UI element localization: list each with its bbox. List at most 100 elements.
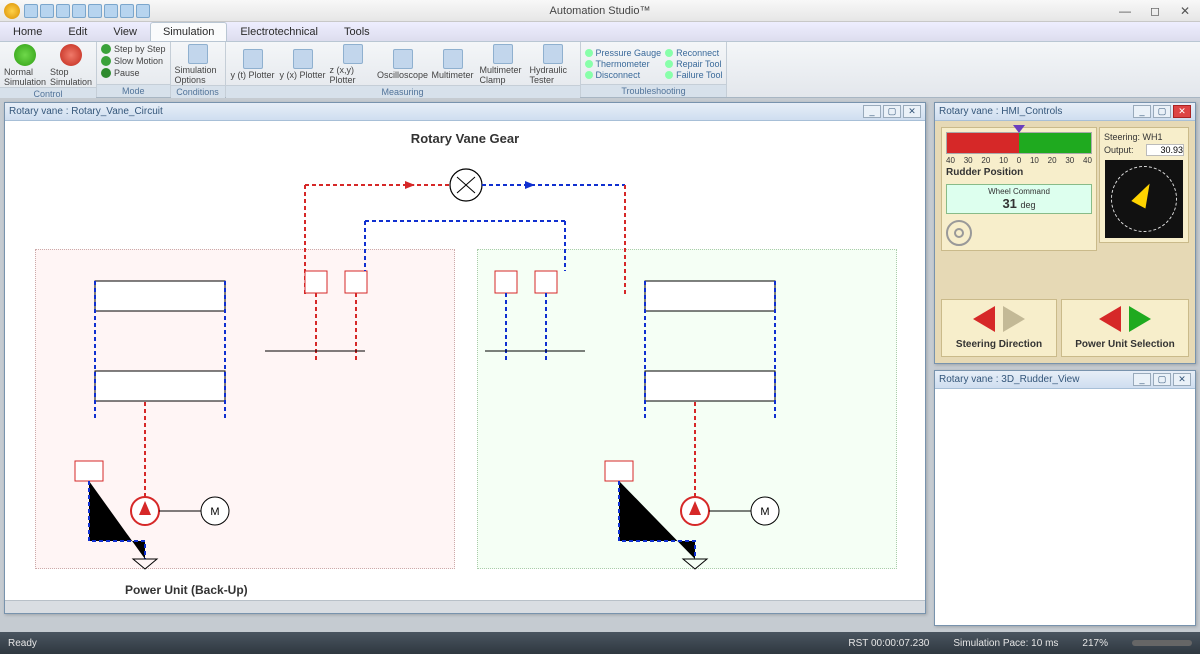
thermometer-icon [585, 60, 593, 68]
steer-right-button[interactable] [1003, 306, 1025, 332]
window-title: Rotary vane : Rotary_Vane_Circuit [9, 106, 163, 117]
close-icon[interactable]: ✕ [1170, 4, 1200, 18]
zxy-plotter-button[interactable]: z (x,y) Plotter [330, 44, 376, 85]
power-unit-selection-panel: Power Unit Selection [1061, 299, 1189, 357]
group-label-conditions: Conditions [171, 85, 225, 98]
thermometer-button[interactable]: Thermometer [585, 59, 662, 69]
meter-icon [443, 49, 463, 69]
rudder-marker-icon [1013, 125, 1025, 133]
ribbon: Normal Simulation Stop Simulation Contro… [0, 42, 1200, 98]
status-ready: Ready [8, 638, 37, 649]
scope-icon [393, 49, 413, 69]
yx-plotter-button[interactable]: y (x) Plotter [280, 49, 326, 80]
failure-tool-button[interactable]: Failure Tool [665, 70, 722, 80]
tab-electrotechnical[interactable]: Electrotechnical [227, 22, 331, 41]
disconnect-button[interactable]: Disconnect [585, 70, 662, 80]
app-title: Automation Studio™ [550, 5, 651, 17]
tab-edit[interactable]: Edit [55, 22, 100, 41]
output-label: Output: [1104, 145, 1134, 155]
flask-icon [188, 44, 208, 64]
close-icon[interactable]: ✕ [903, 105, 921, 118]
minimize-icon[interactable]: — [1110, 4, 1140, 18]
tester-icon [543, 44, 563, 64]
gauge-icon [585, 49, 593, 57]
disconnect-icon [585, 71, 593, 79]
repair-tool-button[interactable]: Repair Tool [665, 59, 722, 69]
wheel-command-display: Wheel Command 31 deg [946, 184, 1092, 214]
diagram-canvas[interactable]: Rotary Vane Gear Power Unit (Back-Up) [5, 121, 925, 613]
compass-panel: Steering: WH1 Output: [1099, 127, 1189, 243]
reconnect-icon [665, 49, 673, 57]
multimeter-clamp-button[interactable]: Multimeter Clamp [480, 44, 526, 85]
maximize-icon[interactable]: ▢ [1153, 373, 1171, 386]
window-3d-view: Rotary vane : 3D_Rudder_View _▢✕ WS [934, 370, 1196, 626]
status-pace: Simulation Pace: 10 ms [953, 638, 1058, 649]
slow-motion-button[interactable]: Slow Motion [101, 56, 163, 66]
svg-text:M: M [760, 506, 769, 518]
close-icon[interactable]: ✕ [1173, 105, 1191, 118]
failure-icon [665, 71, 673, 79]
power-unit-left-button[interactable] [1099, 306, 1121, 332]
stop-icon [60, 44, 82, 66]
window-circuit: Rotary vane : Rotary_Vane_Circuit _▢✕ Ro… [4, 102, 926, 614]
window-title: Rotary vane : 3D_Rudder_View [939, 374, 1079, 385]
compass-display [1105, 160, 1183, 238]
tab-view[interactable]: View [100, 22, 150, 41]
clamp-icon [493, 44, 513, 64]
pressure-gauge-button[interactable]: Pressure Gauge [585, 48, 662, 58]
close-icon[interactable]: ✕ [1173, 373, 1191, 386]
steering-wheel-icon [946, 220, 972, 246]
title-bar: Automation Studio™ — ◻ ✕ [0, 0, 1200, 22]
output-value-field[interactable] [1146, 144, 1184, 156]
plot-icon [343, 44, 363, 64]
steer-left-button[interactable] [973, 306, 995, 332]
ribbon-tabs: Home Edit View Simulation Electrotechnic… [0, 22, 1200, 42]
plot-icon [293, 49, 313, 69]
stop-simulation-button[interactable]: Stop Simulation [50, 44, 92, 87]
svg-text:M: M [210, 506, 219, 518]
status-bar: Ready RST 00:00:07.230 Simulation Pace: … [0, 632, 1200, 654]
tab-tools[interactable]: Tools [331, 22, 383, 41]
maximize-icon[interactable]: ◻ [1140, 4, 1170, 18]
group-label-measuring: Measuring [226, 85, 580, 98]
maximize-icon[interactable]: ▢ [1153, 105, 1171, 118]
zoom-slider[interactable] [1132, 640, 1192, 646]
hydraulic-tester-button[interactable]: Hydraulic Tester [530, 44, 576, 85]
window-title: Rotary vane : HMI_Controls [939, 106, 1062, 117]
app-icon [4, 3, 20, 19]
wrench-icon [665, 60, 673, 68]
mdi-area: Rotary vane : Rotary_Vane_Circuit _▢✕ Ro… [0, 98, 1200, 632]
steering-direction-panel: Steering Direction [941, 299, 1057, 357]
plot-icon [243, 49, 263, 69]
minimize-icon[interactable]: _ [1133, 373, 1151, 386]
tab-simulation[interactable]: Simulation [150, 22, 227, 41]
step-icon [101, 44, 111, 54]
normal-simulation-button[interactable]: Normal Simulation [4, 44, 46, 87]
slow-icon [101, 56, 111, 66]
simulation-options-button[interactable]: Simulation Options [175, 44, 221, 85]
minimize-icon[interactable]: _ [1133, 105, 1151, 118]
status-rst: RST 00:00:07.230 [848, 638, 929, 649]
rudder-caption: Rudder Position [946, 167, 1092, 178]
maximize-icon[interactable]: ▢ [883, 105, 901, 118]
pause-icon [101, 68, 111, 78]
reconnect-button[interactable]: Reconnect [665, 48, 722, 58]
window-hmi: Rotary vane : HMI_Controls _▢✕ 403020100… [934, 102, 1196, 364]
quick-access-toolbar[interactable] [24, 4, 150, 18]
status-zoom: 217% [1082, 638, 1108, 649]
rudder-position-gauge: 40302010010203040 Rudder Position Wheel … [941, 127, 1097, 251]
minimize-icon[interactable]: _ [863, 105, 881, 118]
group-label-mode: Mode [97, 84, 170, 97]
oscilloscope-button[interactable]: Oscilloscope [380, 49, 426, 80]
power-unit-right-button[interactable] [1129, 306, 1151, 332]
compass-arrow-icon [1131, 180, 1156, 209]
horizontal-scrollbar[interactable] [5, 600, 925, 613]
steering-label: Steering: WH1 [1104, 132, 1163, 142]
tab-home[interactable]: Home [0, 22, 55, 41]
group-label-troubleshooting: Troubleshooting [581, 84, 727, 97]
multimeter-button[interactable]: Multimeter [430, 49, 476, 80]
step-by-step-button[interactable]: Step by Step [101, 44, 166, 54]
hydraulic-schematic: M M [5, 121, 925, 613]
pause-button[interactable]: Pause [101, 68, 140, 78]
yt-plotter-button[interactable]: y (t) Plotter [230, 49, 276, 80]
